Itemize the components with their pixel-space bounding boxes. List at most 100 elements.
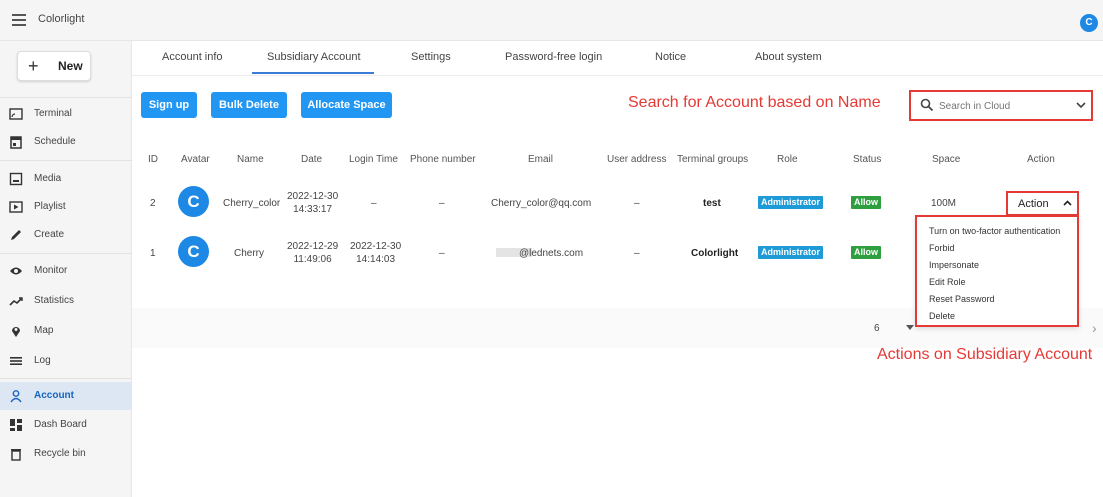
header-name: Name	[237, 154, 264, 165]
sidebar-item-create[interactable]: Create	[0, 221, 132, 249]
cell-login-time: –	[371, 198, 377, 209]
terminal-icon	[9, 108, 23, 120]
user-avatar[interactable]: C	[1080, 14, 1098, 32]
trash-icon	[11, 449, 21, 461]
cell-date: 2022-12-29 11:49:06	[287, 241, 339, 265]
plus-icon: +	[28, 56, 39, 76]
search-annotation: Search for Account based on Name	[628, 94, 881, 111]
app-title: Colorlight	[38, 13, 85, 25]
action-annotation: Actions on Subsidiary Account	[877, 346, 1093, 363]
sidebar-item-terminal[interactable]: Terminal	[0, 100, 132, 128]
cell-date: 2022-12-30 14:33:17	[287, 191, 339, 215]
cell-name: Cherry	[234, 248, 265, 259]
action-menu: Turn on two-factor authentication Forbid…	[915, 215, 1079, 327]
cell-terminal-group: Colorlight	[691, 248, 739, 259]
signup-button[interactable]: Sign up	[141, 92, 197, 118]
cell-terminal-group: test	[703, 198, 721, 209]
cell-id: 2	[150, 198, 156, 209]
tab-password-free-login[interactable]: Password-free login	[505, 51, 602, 63]
chevron-up-icon	[1063, 200, 1072, 206]
header-role: Role	[777, 154, 798, 165]
header-space: Space	[932, 154, 961, 165]
status-badge: Allow	[851, 246, 881, 259]
calendar-icon	[10, 136, 22, 149]
sidebar-item-schedule[interactable]: Schedule	[0, 128, 132, 156]
divider	[0, 160, 132, 161]
trend-icon	[9, 297, 23, 306]
search-input[interactable]	[939, 98, 1059, 114]
menu-icon[interactable]	[12, 14, 26, 26]
status-badge: Allow	[851, 196, 881, 209]
cell-address: –	[634, 198, 640, 209]
cell-id: 1	[150, 248, 156, 259]
cell-address: –	[634, 248, 640, 259]
menu-item-delete[interactable]: Delete	[929, 311, 955, 321]
sidebar-item-map[interactable]: Map	[0, 317, 132, 345]
chevron-down-icon[interactable]	[1075, 99, 1087, 111]
allocate-space-button[interactable]: Allocate Space	[301, 92, 392, 118]
tab-notice[interactable]: Notice	[655, 51, 686, 63]
header-action: Action	[1027, 154, 1055, 165]
header-avatar: Avatar	[181, 154, 210, 165]
menu-item-impersonate[interactable]: Impersonate	[929, 260, 979, 270]
header-address: User address	[607, 154, 667, 165]
cell-login-time: 2022-12-30 14:14:03	[350, 241, 402, 265]
header-terminal-groups: Terminal groups	[677, 154, 749, 165]
role-badge: Administrator	[758, 246, 824, 259]
person-icon	[10, 390, 22, 403]
cell-name: Cherry_color	[223, 198, 281, 209]
menu-item-reset-password[interactable]: Reset Password	[929, 294, 995, 304]
header-id: ID	[148, 154, 158, 165]
sidebar-item-monitor[interactable]: Monitor	[0, 257, 132, 285]
header-phone: Phone number	[410, 154, 476, 165]
cell-phone: –	[439, 248, 445, 259]
search-icon	[920, 98, 934, 112]
cell-phone: –	[439, 198, 445, 209]
tab-about-system[interactable]: About system	[755, 51, 822, 63]
tab-subsidiary-account[interactable]: Subsidiary Account	[267, 51, 361, 63]
media-icon	[9, 172, 23, 186]
avatar: C	[178, 236, 209, 267]
header-status: Status	[853, 154, 882, 165]
menu-item-two-factor[interactable]: Turn on two-factor authentication	[929, 226, 1060, 236]
avatar: C	[178, 186, 209, 217]
list-icon	[10, 357, 22, 365]
role-badge: Administrator	[758, 196, 824, 209]
sidebar-item-recycle-bin[interactable]: Recycle bin	[0, 440, 132, 468]
menu-item-edit-role[interactable]: Edit Role	[929, 277, 966, 287]
chevron-right-icon[interactable]: ›	[1092, 320, 1097, 336]
bulk-delete-button[interactable]: Bulk Delete	[211, 92, 287, 118]
tab-account-info[interactable]: Account info	[162, 51, 223, 63]
sidebar-item-media[interactable]: Media	[0, 165, 132, 193]
top-bar: Colorlight C	[0, 0, 1103, 41]
header-login-time: Login Time	[349, 154, 398, 165]
caret-down-icon[interactable]	[906, 325, 914, 330]
new-button[interactable]: + New	[17, 51, 91, 81]
divider	[0, 253, 132, 254]
rows-per-page-value[interactable]: 6	[874, 323, 880, 334]
header-email: Email	[528, 154, 554, 165]
tab-settings[interactable]: Settings	[411, 51, 451, 63]
tabs-divider	[132, 75, 1103, 76]
divider	[0, 97, 132, 98]
cell-email: Cherry_color@qq.com	[491, 198, 592, 209]
playlist-icon	[9, 201, 23, 213]
sidebar-item-account[interactable]: Account	[0, 382, 132, 410]
sidebar-item-statistics[interactable]: Statistics	[0, 287, 132, 315]
pencil-icon	[11, 230, 21, 240]
sidebar: + New Terminal Schedule Media Playlist C…	[0, 41, 132, 497]
dashboard-icon	[10, 419, 22, 431]
sidebar-item-playlist[interactable]: Playlist	[0, 193, 132, 221]
location-pin-icon	[12, 327, 20, 337]
eye-icon	[10, 267, 22, 275]
menu-item-forbid[interactable]: Forbid	[929, 243, 955, 253]
action-button[interactable]: Action	[1006, 191, 1079, 216]
cell-email: @lednets.com	[519, 248, 584, 259]
cell-space: 100M	[931, 198, 957, 209]
sidebar-item-dashboard[interactable]: Dash Board	[0, 411, 132, 439]
search-box	[909, 90, 1093, 121]
divider	[0, 378, 132, 379]
header-date: Date	[301, 154, 323, 165]
active-tab-indicator	[252, 72, 374, 74]
sidebar-item-log[interactable]: Log	[0, 347, 132, 375]
